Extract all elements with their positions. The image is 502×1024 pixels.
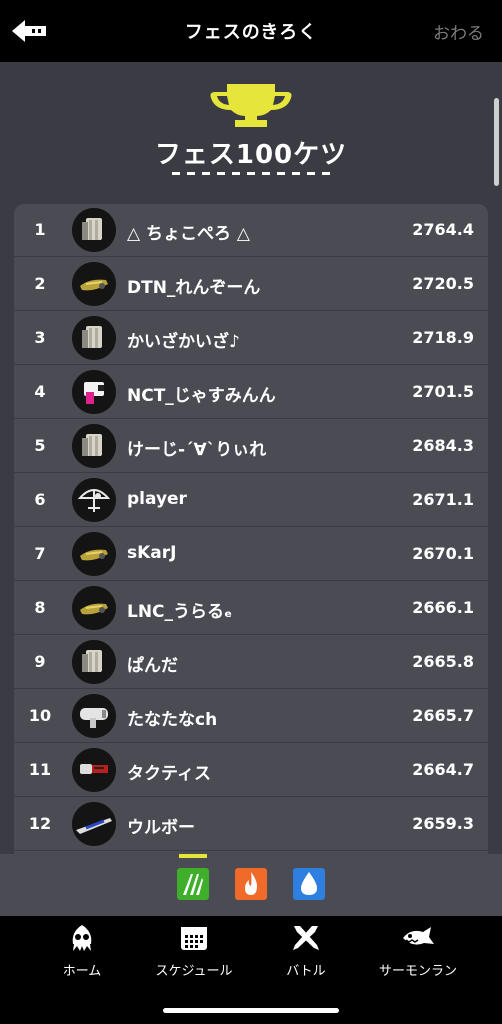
- blaster-icon: [72, 586, 116, 630]
- brella-icon: [72, 478, 116, 522]
- player-name: △ ちょこぺろ △: [127, 224, 250, 244]
- festival-power-score: 2670.1: [412, 544, 474, 563]
- ranking-row[interactable]: 4 NCT_じゃすみんん 2701.5: [14, 366, 488, 419]
- player-name: タクティス: [127, 764, 211, 784]
- title-underline: [172, 172, 332, 175]
- festival-power-score: 2671.1: [412, 490, 474, 509]
- player-name: かいざかいざ♪: [127, 332, 240, 352]
- ranking-row[interactable]: 1 △ ちょこぺろ △ 2764.4: [14, 204, 488, 257]
- team-water-button[interactable]: [293, 868, 325, 900]
- player-name: NCT_じゃすみんん: [127, 386, 276, 406]
- nav-schedule-label: スケジュール: [155, 964, 233, 979]
- crossed-weapons-icon: [293, 926, 319, 950]
- player-name: ウルボー: [127, 818, 195, 838]
- shooter-icon: [72, 370, 116, 414]
- player-name: ぱんだ: [127, 656, 178, 676]
- selected-team-indicator: [179, 854, 207, 858]
- squid-icon: [72, 925, 92, 951]
- nav-salmon-run-label: サーモンラン: [378, 964, 457, 979]
- nav-battle-label: バトル: [286, 964, 326, 979]
- roller-icon: [72, 424, 116, 468]
- nav-battle[interactable]: バトル: [251, 924, 361, 979]
- blaster-icon: [72, 532, 116, 576]
- roller-icon: [72, 640, 116, 684]
- festival-power-score: 2659.3: [412, 814, 474, 833]
- home-indicator[interactable]: [163, 1008, 339, 1013]
- festival-power-score: 2720.5: [412, 274, 474, 293]
- section-title: フェス100ケツ: [154, 140, 348, 170]
- rank-number: 12: [28, 814, 52, 833]
- team-green-button[interactable]: [177, 868, 209, 900]
- nav-salmon-run[interactable]: サーモンラン: [363, 924, 473, 979]
- roller-icon: [72, 208, 116, 252]
- page-title: フェスのきろく: [184, 22, 318, 43]
- splatling-icon: [72, 748, 116, 792]
- festival-power-score: 2764.4: [412, 220, 474, 239]
- player-name: player: [127, 489, 187, 509]
- rank-number: 11: [28, 760, 52, 779]
- ranking-row[interactable]: 8 LNC_うらるₑ 2666.1: [14, 582, 488, 635]
- flame-icon: [245, 872, 257, 895]
- festival-power-score: 2684.3: [412, 436, 474, 455]
- festival-power-score: 2664.7: [412, 760, 474, 779]
- trophy-icon: [210, 84, 292, 127]
- ranking-row[interactable]: 12 ウルボー 2659.3: [14, 798, 488, 851]
- player-name: LNC_うらるₑ: [127, 602, 233, 622]
- rank-number: 8: [34, 598, 46, 617]
- nav-home-label: ホーム: [62, 964, 102, 979]
- scrollbar[interactable]: [494, 98, 499, 186]
- player-name: たなたなch: [127, 710, 218, 730]
- ranking-row[interactable]: 6 player 2671.1: [14, 474, 488, 527]
- charger-icon: [72, 802, 116, 846]
- player-name: けーじ-´∀`りぃれ: [127, 440, 267, 460]
- rank-number: 9: [34, 652, 46, 671]
- rank-number: 5: [34, 436, 46, 455]
- player-name: DTN_れんぞーん: [127, 278, 261, 298]
- ranking-row[interactable]: 7 sKarJ 2670.1: [14, 528, 488, 581]
- rank-number: 3: [34, 328, 46, 347]
- slash-icon: [183, 874, 203, 895]
- rank-number: 7: [34, 544, 46, 563]
- blaster-icon: [72, 262, 116, 306]
- ranking-list: 1 △ ちょこぺろ △ 2764.4 2 DTN_れんぞーん 2720.5 3 かいざかいざ♪…: [14, 204, 488, 864]
- nav-home[interactable]: ホーム: [27, 924, 137, 979]
- calendar-icon: [181, 927, 207, 950]
- rank-number: 10: [28, 706, 52, 725]
- team-fire-button[interactable]: [235, 868, 267, 900]
- festival-power-score: 2665.8: [412, 652, 474, 671]
- festival-power-score: 2665.7: [412, 706, 474, 725]
- ranking-row[interactable]: 3 かいざかいざ♪ 2718.9: [14, 312, 488, 365]
- end-button[interactable]: おわる: [433, 19, 484, 44]
- festival-power-score: 2666.1: [412, 598, 474, 617]
- ranking-row[interactable]: 10 たなたなch 2665.7: [14, 690, 488, 743]
- ranking-row[interactable]: 11 タクティス 2664.7: [14, 744, 488, 797]
- ranking-row[interactable]: 5 けーじ-´∀`りぃれ 2684.3: [14, 420, 488, 473]
- salmon-icon: [403, 927, 434, 945]
- festival-power-score: 2701.5: [412, 382, 474, 401]
- rank-number: 2: [34, 274, 46, 293]
- nav-schedule[interactable]: スケジュール: [139, 924, 249, 979]
- water-drop-icon: [301, 872, 317, 895]
- festival-power-score: 2718.9: [412, 328, 474, 347]
- launcher-icon: [72, 694, 116, 738]
- player-name: sKarJ: [127, 543, 177, 563]
- ranking-row[interactable]: 9 ぱんだ 2665.8: [14, 636, 488, 689]
- ranking-row[interactable]: 2 DTN_れんぞーん 2720.5: [14, 258, 488, 311]
- rank-number: 1: [34, 220, 46, 239]
- rank-number: 6: [34, 490, 46, 509]
- roller-icon: [72, 316, 116, 360]
- top-bar: フェスのきろく おわる: [0, 0, 502, 62]
- rank-number: 4: [34, 382, 46, 401]
